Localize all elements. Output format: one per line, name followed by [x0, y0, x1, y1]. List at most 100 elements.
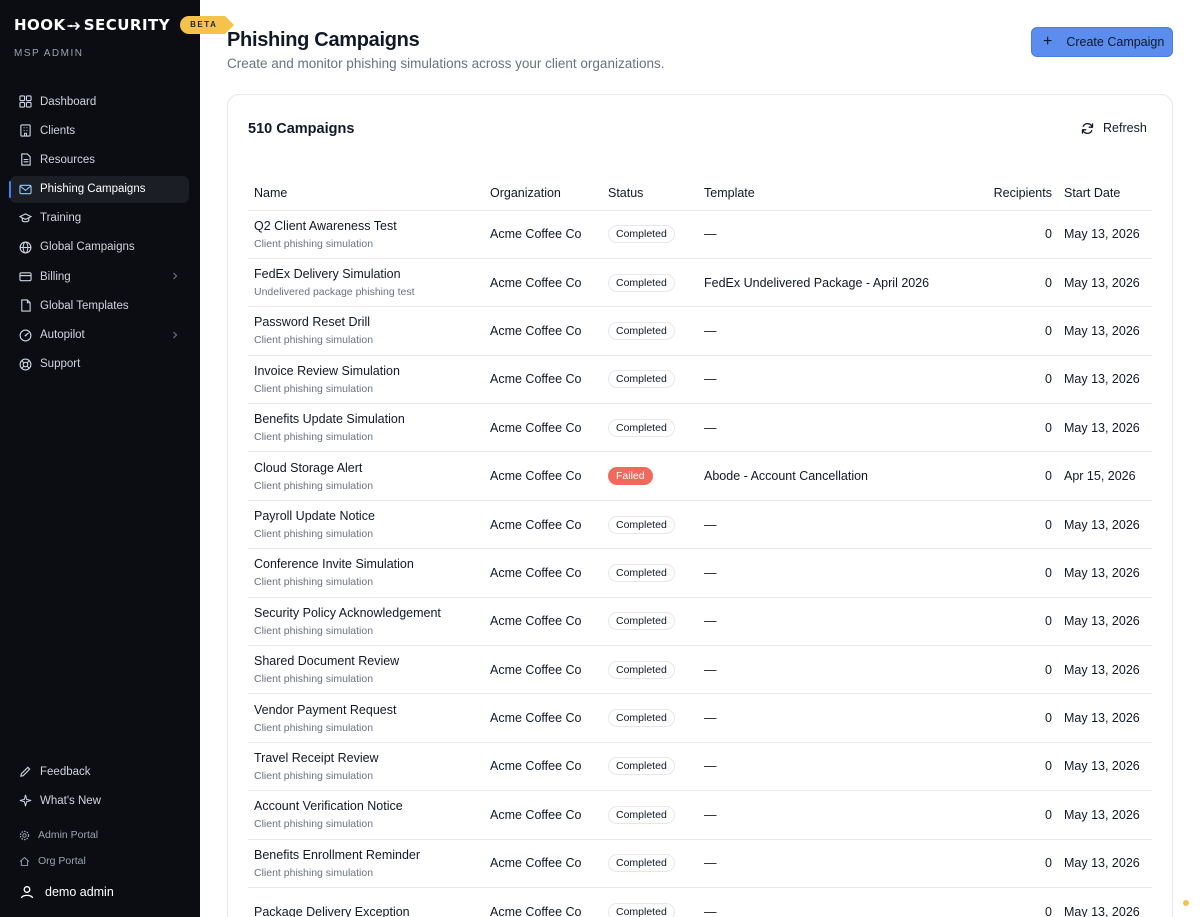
feedback-link[interactable]: Feedback [10, 758, 189, 785]
cell-template: — [698, 306, 958, 356]
user-menu[interactable]: demo admin [20, 885, 114, 899]
sparkle-icon [19, 794, 32, 807]
column-header-status[interactable]: Status [602, 176, 698, 211]
table-row[interactable]: Password Reset Drill Client phishing simu… [248, 306, 1152, 356]
cell-name[interactable]: Password Reset Drill Client phishing simu… [248, 306, 484, 356]
sidebar-item-global-templates[interactable]: Global Templates [10, 292, 189, 319]
sidebar-item-phishing-campaigns[interactable]: Phishing Campaigns [9, 175, 189, 203]
cell-name[interactable]: Account Verification Notice Client phishi… [248, 790, 484, 840]
column-header-template[interactable]: Template [698, 176, 958, 211]
table-row[interactable]: Conference Invite Simulation Client phish… [248, 548, 1152, 598]
status-badge: Completed [608, 805, 675, 824]
chevron-right-icon[interactable] [171, 272, 179, 280]
cell-recipients: 0 [958, 645, 1058, 695]
cell-name[interactable]: Package Delivery Exception [248, 887, 484, 917]
table-row[interactable]: Benefits Update Simulation Client phishin… [248, 403, 1152, 453]
campaign-name[interactable]: Conference Invite Simulation [254, 557, 478, 571]
campaign-description: Client phishing simulation [254, 479, 374, 492]
table-row[interactable]: Account Verification Notice Client phishi… [248, 790, 1152, 840]
whats-new-link[interactable]: What's New [10, 787, 189, 814]
cell-status: Completed [602, 742, 698, 792]
chevron-right-icon[interactable] [171, 331, 179, 339]
campaign-name[interactable]: Invoice Review Simulation [254, 364, 478, 378]
campaign-name[interactable]: Security Policy Acknowledgement [254, 606, 478, 620]
sidebar-item-training[interactable]: Training [10, 205, 189, 232]
campaign-name[interactable]: Account Verification Notice [254, 799, 478, 813]
campaign-name[interactable]: Cloud Storage Alert [254, 461, 478, 475]
sidebar-item-dashboard[interactable]: Dashboard [10, 88, 189, 115]
table-row[interactable]: Package Delivery Exception Acme Coffee Co… [248, 887, 1152, 917]
table-row[interactable]: Vendor Payment Request Client phishing si… [248, 693, 1152, 743]
sidebar-item-clients[interactable]: Clients [10, 117, 189, 144]
cell-name[interactable]: Invoice Review Simulation Client phishing… [248, 355, 484, 405]
cell-start-date: May 13, 2026 [1058, 355, 1152, 405]
cell-name[interactable]: FedEx Delivery Simulation Undelivered pac… [248, 258, 484, 308]
campaign-name[interactable]: Payroll Update Notice [254, 509, 478, 523]
cell-start-date: May 13, 2026 [1058, 742, 1152, 792]
column-header-name[interactable]: Name [248, 176, 484, 211]
refresh-button[interactable]: Refresh [1081, 121, 1147, 135]
table-row[interactable]: Security Policy Acknowledgement Client ph… [248, 597, 1152, 647]
sidebar-item-support[interactable]: Support [10, 351, 189, 378]
campaign-name[interactable]: Travel Receipt Review [254, 751, 478, 765]
cell-name[interactable]: Shared Document Review Client phishing si… [248, 645, 484, 695]
sidebar-item-global-campaigns[interactable]: Global Campaigns [10, 234, 189, 261]
status-badge: Completed [608, 370, 675, 389]
admin-portal-link[interactable]: Admin Portal [10, 822, 189, 848]
create-campaign-button[interactable]: + Create Campaign [1031, 27, 1173, 57]
campaign-name[interactable]: Package Delivery Exception [254, 905, 478, 917]
cell-status: Completed [602, 548, 698, 598]
cell-name[interactable]: Security Policy Acknowledgement Client ph… [248, 597, 484, 647]
status-badge: Completed [608, 612, 675, 631]
cell-template: — [698, 355, 958, 405]
table-row[interactable]: FedEx Delivery Simulation Undelivered pac… [248, 258, 1152, 308]
cell-name[interactable]: Payroll Update Notice Client phishing sim… [248, 500, 484, 550]
cell-name[interactable]: Cloud Storage Alert Client phishing simul… [248, 451, 484, 501]
cell-name[interactable]: Q2 Client Awareness Test Client phishing … [248, 210, 484, 259]
sidebar-item-billing[interactable]: Billing [10, 263, 189, 290]
template-icon [21, 299, 31, 312]
campaign-name[interactable]: Vendor Payment Request [254, 703, 478, 717]
sidebar-item-autopilot[interactable]: Autopilot [10, 322, 189, 349]
cell-recipients: 0 [958, 403, 1058, 453]
cell-start-date: May 13, 2026 [1058, 790, 1152, 840]
table-row[interactable]: Q2 Client Awareness Test Client phishing … [248, 210, 1152, 259]
table-row[interactable]: Invoice Review Simulation Client phishing… [248, 355, 1152, 405]
cell-organization: Acme Coffee Co [484, 693, 602, 743]
campaign-description: Client phishing simulation [254, 431, 374, 444]
cell-name[interactable]: Vendor Payment Request Client phishing si… [248, 693, 484, 743]
cell-start-date: May 13, 2026 [1058, 500, 1152, 550]
org-portal-link[interactable]: Org Portal [10, 848, 189, 874]
table-row[interactable]: Cloud Storage Alert Client phishing simul… [248, 451, 1152, 501]
campaign-name[interactable]: FedEx Delivery Simulation [254, 267, 478, 281]
cell-status: Completed [602, 645, 698, 695]
cell-organization: Acme Coffee Co [484, 500, 602, 550]
cell-name[interactable]: Benefits Enrollment Reminder Client phish… [248, 839, 484, 888]
cell-status: Completed [602, 355, 698, 405]
cell-status: Completed [602, 210, 698, 259]
campaign-name[interactable]: Q2 Client Awareness Test [254, 219, 478, 233]
campaign-description: Client phishing simulation [254, 673, 374, 686]
column-header-start-date[interactable]: Start Date [1058, 176, 1152, 211]
cell-name[interactable]: Benefits Update Simulation Client phishin… [248, 403, 484, 453]
refresh-icon [1081, 122, 1094, 134]
table-row[interactable]: Travel Receipt Review Client phishing sim… [248, 742, 1152, 792]
table-row[interactable]: Shared Document Review Client phishing si… [248, 645, 1152, 695]
cell-name[interactable]: Travel Receipt Review Client phishing sim… [248, 742, 484, 792]
lifebuoy-icon [19, 358, 32, 371]
sidebar-item-resources[interactable]: Resources [10, 146, 189, 173]
campaign-name[interactable]: Password Reset Drill [254, 315, 478, 329]
cell-name[interactable]: Conference Invite Simulation Client phish… [248, 548, 484, 598]
cell-status: Completed [602, 597, 698, 647]
column-header-recipients[interactable]: Recipients [958, 176, 1058, 211]
column-header-organization[interactable]: Organization [484, 176, 602, 211]
table-row[interactable]: Benefits Enrollment Reminder Client phish… [248, 839, 1152, 888]
table-row[interactable]: Payroll Update Notice Client phishing sim… [248, 500, 1152, 550]
campaign-name[interactable]: Benefits Enrollment Reminder [254, 848, 478, 862]
campaign-name[interactable]: Benefits Update Simulation [254, 412, 478, 426]
cell-status: Completed [602, 839, 698, 888]
campaigns-table: Name Organization Status Template Recipi… [248, 176, 1152, 917]
cell-organization: Acme Coffee Co [484, 258, 602, 308]
campaign-name[interactable]: Shared Document Review [254, 654, 478, 668]
brand-logo[interactable]: HOOK SECURITY BETA [14, 16, 235, 34]
